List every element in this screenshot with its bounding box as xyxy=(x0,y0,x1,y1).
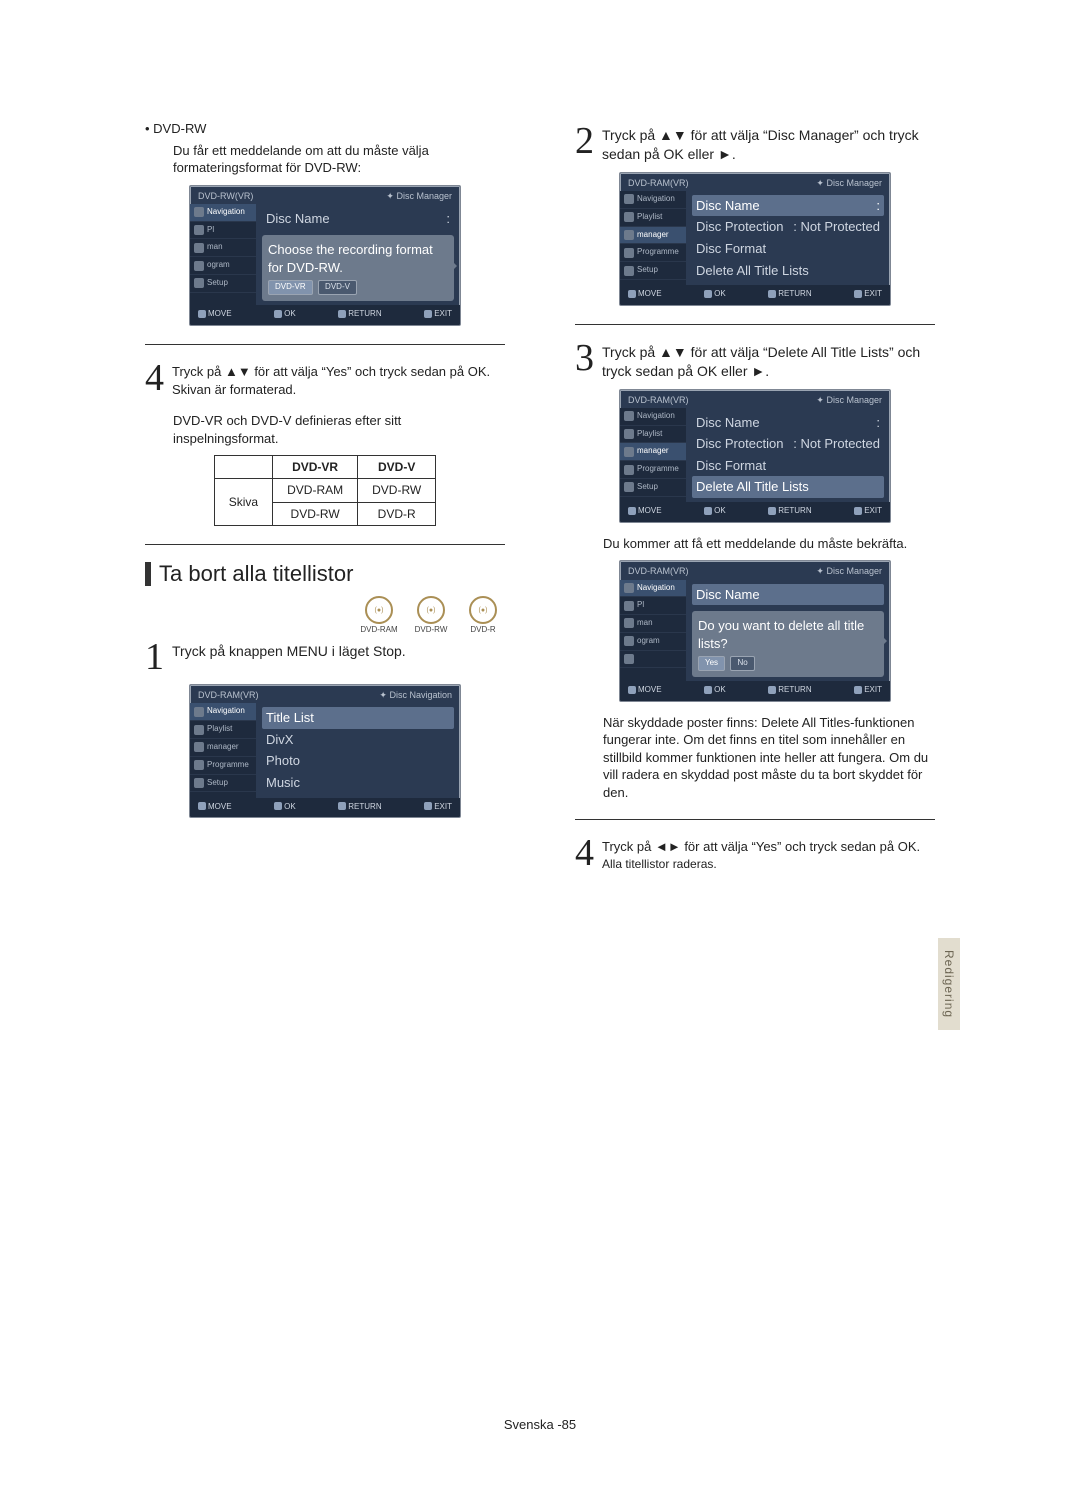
osd-disc-manager-2: DVD-RAM(VR) ✦ Disc Manager Navigation Pl… xyxy=(619,389,891,523)
osd-confirm-hint: Do you want to delete all title lists? Y… xyxy=(692,611,884,677)
osd-header-left: DVD-RW(VR) xyxy=(198,190,253,202)
osd-hint: Choose the recording format for DVD-RW. … xyxy=(262,235,454,301)
osd-disc-manager-1: DVD-RAM(VR) ✦ Disc Manager Navigation Pl… xyxy=(619,172,891,306)
format-table: DVD-VRDVD-V Skiva DVD-RAM DVD-RW DVD-RW … xyxy=(214,455,436,526)
osd-sidebar: Navigation Pl man ogram Setup xyxy=(190,204,256,305)
btn-dvd-v: DVD-V xyxy=(318,280,357,295)
osd-header-right: ✦ Disc Manager xyxy=(386,190,452,202)
side-tab: Redigering xyxy=(938,938,960,1030)
right-column: 2 Tryck på ▲▼ för att välja “Disc Manage… xyxy=(575,120,935,878)
btn-yes: Yes xyxy=(698,656,725,671)
right-step-4: 4 Tryck på ◄► för att välja “Yes” och tr… xyxy=(575,834,935,872)
left-column: • DVD-RW Du får ett meddelande om att du… xyxy=(145,120,505,878)
right-step-2: 2 Tryck på ▲▼ för att välja “Disc Manage… xyxy=(575,122,935,164)
protected-note: När skyddade poster finns: Delete All Ti… xyxy=(603,714,935,802)
disc-icon: (●) xyxy=(365,596,393,624)
disc-badges: (●)DVD-RAM (●)DVD-RW (●)DVD-R xyxy=(145,596,505,636)
osd-format-dialog: DVD-RW(VR) ✦ Disc Manager Navigation Pl … xyxy=(189,185,461,326)
left-step-4: 4 Tryck på ▲▼ för att välja “Yes” och tr… xyxy=(145,359,505,398)
section-delete-all: Ta bort alla titellistor xyxy=(145,559,505,589)
manual-page: • DVD-RW Du får ett meddelande om att du… xyxy=(0,0,1080,1494)
confirm-note: Du kommer att få ett meddelande du måste… xyxy=(603,535,935,553)
btn-no: No xyxy=(730,656,754,671)
osd-confirm-delete: DVD-RAM(VR) ✦ Disc Manager Navigation Pl… xyxy=(619,560,891,701)
btn-dvd-vr: DVD-VR xyxy=(268,280,313,295)
section-bar-icon xyxy=(145,562,151,586)
page-footer: Svenska -85 xyxy=(0,1416,1080,1434)
vr-note: DVD-VR och DVD-V definieras efter sitt i… xyxy=(173,412,505,447)
right-step-3: 3 Tryck på ▲▼ för att välja “Delete All … xyxy=(575,339,935,381)
bullet-sub: Du får ett meddelande om att du måste vä… xyxy=(173,142,505,177)
bullet-main: • DVD-RW xyxy=(145,120,505,138)
nav-icon xyxy=(194,207,204,217)
disc-icon: (●) xyxy=(469,596,497,624)
left-step-1: 1 Tryck på knappen MENU i läget Stop. xyxy=(145,638,505,676)
osd-disc-navigation: DVD-RAM(VR) ✦ Disc Navigation Navigation… xyxy=(189,684,461,818)
disc-icon: (●) xyxy=(417,596,445,624)
